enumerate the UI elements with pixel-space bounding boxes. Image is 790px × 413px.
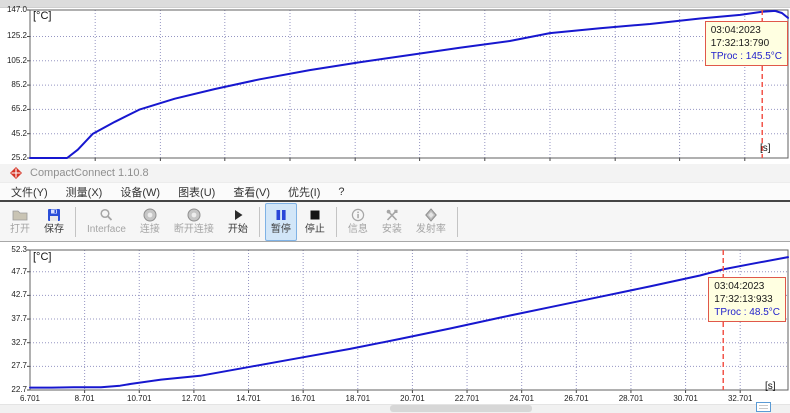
x-tick-label: 30.701 xyxy=(666,394,706,404)
y-tick-label: 52.3 xyxy=(1,245,27,255)
start-play-icon xyxy=(230,207,246,223)
y-tick-label: 65.2 xyxy=(1,104,27,114)
toolbar-button-pause[interactable]: 暂停 xyxy=(265,203,297,241)
menu-item-5[interactable]: 优先(I) xyxy=(279,183,329,201)
connect-icon xyxy=(142,207,158,223)
cursor-tooltip: 03:04:2023 17:32:13:933 TProc : 48.5°C xyxy=(708,277,786,322)
info-icon xyxy=(350,207,366,223)
bottom-temperature-chart[interactable] xyxy=(0,242,790,413)
x-tick-label: 22.701 xyxy=(447,394,487,404)
toolbar-button-label: 开始 xyxy=(228,224,248,236)
x-tick-label: 20.701 xyxy=(392,394,432,404)
toolbar: 打开 保存 Interface 连接 断开连接 开始 暂停 停止 信息 安装 发射率 xyxy=(0,200,790,242)
scrollbar-thumb[interactable] xyxy=(390,405,532,412)
interface-magnifier-icon xyxy=(98,207,114,223)
x-tick-label: 8.701 xyxy=(65,394,105,404)
pause-icon xyxy=(273,207,289,223)
emissivity-icon xyxy=(423,207,439,223)
toolbar-button-label: 暂停 xyxy=(271,224,291,236)
x-axis-unit-label: [s] xyxy=(765,381,776,393)
window-titlebar: CompactConnect 1.10.8 xyxy=(0,164,790,183)
toolbar-button-start-play[interactable]: 开始 xyxy=(222,203,254,241)
menu-item-1[interactable]: 测量(X) xyxy=(57,183,112,201)
y-tick-label: 147.0 xyxy=(1,5,27,15)
bottom-chart-panel: [°C] [s] 03:04:2023 17:32:13:933 TProc :… xyxy=(0,242,790,413)
x-axis-unit-label: [s] xyxy=(760,143,771,155)
toolbar-separator xyxy=(259,207,260,237)
toolbar-button-stop[interactable]: 停止 xyxy=(299,203,331,241)
x-tick-label: 24.701 xyxy=(502,394,542,404)
y-axis-unit-label: [°C] xyxy=(33,10,51,22)
plot-frame xyxy=(30,10,788,158)
x-tick-label: 12.701 xyxy=(174,394,214,404)
plot-frame xyxy=(30,250,788,390)
menu-item-3[interactable]: 图表(U) xyxy=(169,183,224,201)
temperature-curve xyxy=(30,11,788,158)
toolbar-button-emissivity[interactable]: 发射率 xyxy=(410,203,452,241)
compactconnect-app-window: [°C] [s] 03:04:2023 17:32:13:790 TProc :… xyxy=(0,0,790,413)
save-floppy-icon xyxy=(46,207,62,223)
y-tick-label: 125.2 xyxy=(1,31,27,41)
tooltip-value: TProc : 48.5°C xyxy=(714,306,780,319)
x-tick-label: 10.701 xyxy=(119,394,159,404)
corner-widget[interactable] xyxy=(756,402,771,412)
toolbar-button-label: 发射率 xyxy=(416,224,446,236)
toolbar-button-label: Interface xyxy=(87,224,126,236)
toolbar-button-label: 信息 xyxy=(348,224,368,236)
x-tick-label: 28.701 xyxy=(611,394,651,404)
y-tick-label: 37.7 xyxy=(1,314,27,324)
toolbar-separator xyxy=(75,207,76,237)
temperature-curve xyxy=(30,257,788,388)
install-tools-icon xyxy=(384,207,400,223)
top-temperature-chart[interactable] xyxy=(0,0,790,164)
toolbar-button-label: 停止 xyxy=(305,224,325,236)
toolbar-button-connect[interactable]: 连接 xyxy=(134,203,166,241)
window-title: CompactConnect 1.10.8 xyxy=(30,167,149,179)
menu-bar: 文件(Y)测量(X)设备(W)图表(U)查看(V)优先(I)? xyxy=(0,183,790,200)
x-tick-label: 6.701 xyxy=(10,394,50,404)
y-tick-label: 42.7 xyxy=(1,290,27,300)
y-tick-label: 32.7 xyxy=(1,338,27,348)
toolbar-button-label: 安装 xyxy=(382,224,402,236)
tooltip-value: TProc : 145.5°C xyxy=(711,50,782,63)
x-tick-label: 16.701 xyxy=(283,394,323,404)
toolbar-separator xyxy=(336,207,337,237)
stop-icon xyxy=(307,207,323,223)
toolbar-button-label: 断开连接 xyxy=(174,224,214,236)
tooltip-time: 17:32:13:933 xyxy=(714,293,780,306)
y-tick-label: 105.2 xyxy=(1,56,27,66)
toolbar-button-info[interactable]: 信息 xyxy=(342,203,374,241)
open-folder-icon xyxy=(12,207,28,223)
menu-item-4[interactable]: 查看(V) xyxy=(224,183,279,201)
app-logo-icon xyxy=(10,167,22,179)
y-axis-unit-label: [°C] xyxy=(33,251,51,263)
toolbar-button-open-folder[interactable]: 打开 xyxy=(4,203,36,241)
toolbar-button-interface-magnifier[interactable]: Interface xyxy=(81,203,132,241)
toolbar-button-label: 连接 xyxy=(140,224,160,236)
x-tick-label: 18.701 xyxy=(338,394,378,404)
toolbar-button-save-floppy[interactable]: 保存 xyxy=(38,203,70,241)
tooltip-date: 03:04:2023 xyxy=(711,24,782,37)
toolbar-button-label: 保存 xyxy=(44,224,64,236)
x-tick-label: 14.701 xyxy=(229,394,269,404)
toolbar-button-disconnect[interactable]: 断开连接 xyxy=(168,203,220,241)
toolbar-separator xyxy=(457,207,458,237)
top-chart-panel: [°C] [s] 03:04:2023 17:32:13:790 TProc :… xyxy=(0,0,790,164)
y-tick-label: 85.2 xyxy=(1,80,27,90)
y-tick-label: 45.2 xyxy=(1,129,27,139)
x-tick-label: 26.701 xyxy=(556,394,596,404)
y-tick-label: 27.7 xyxy=(1,361,27,371)
menu-item-6[interactable]: ? xyxy=(329,185,353,199)
cursor-tooltip: 03:04:2023 17:32:13:790 TProc : 145.5°C xyxy=(705,21,788,66)
toolbar-button-label: 打开 xyxy=(10,224,30,236)
menu-item-0[interactable]: 文件(Y) xyxy=(2,183,57,201)
tooltip-time: 17:32:13:790 xyxy=(711,37,782,50)
menu-item-2[interactable]: 设备(W) xyxy=(111,183,169,201)
x-tick-label: 32.701 xyxy=(720,394,760,404)
y-tick-label: 25.2 xyxy=(1,153,27,163)
disconnect-icon xyxy=(186,207,202,223)
toolbar-button-install-tools[interactable]: 安装 xyxy=(376,203,408,241)
tooltip-date: 03:04:2023 xyxy=(714,280,780,293)
y-tick-label: 47.7 xyxy=(1,267,27,277)
